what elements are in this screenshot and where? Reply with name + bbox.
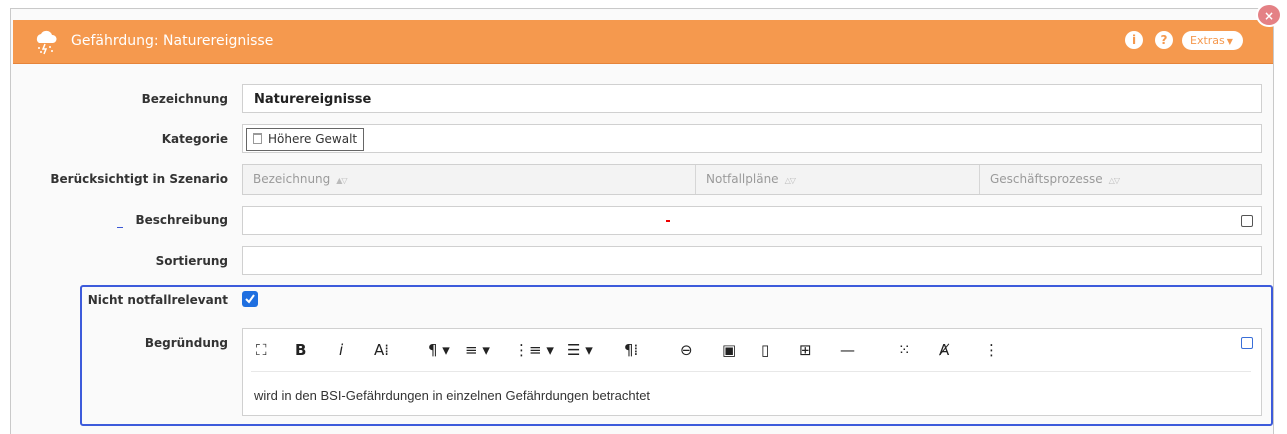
begruendung-text[interactable]: wird in den BSI-Gefährdungen in einzelne…	[254, 388, 650, 403]
dialog-title: Gefährdung: Naturereignisse	[71, 33, 274, 49]
szenario-table-header: Bezeichnung ▲▽ Notfallpläne △▽ Geschäftspr…	[242, 164, 1262, 195]
dialog-titlebar: Gefährdung: Naturereignisse i ? Extras ▼	[13, 20, 1273, 64]
sort-icon[interactable]: △▽	[1109, 176, 1120, 185]
ordered-list-button[interactable]: ⋮≡ ▾	[514, 341, 554, 359]
info-icon[interactable]: i	[1125, 31, 1143, 49]
szenario-label: Berücksichtigt in Szenario	[50, 172, 228, 186]
sortierung-field[interactable]	[242, 246, 1262, 275]
file-icon[interactable]: ▯	[761, 341, 769, 359]
align-button[interactable]: ≡ ▾	[465, 341, 490, 359]
bezeichnung-field[interactable]: Naturereignisse	[242, 84, 1262, 113]
toolbar-divider	[251, 371, 1251, 372]
italic-button[interactable]: i	[339, 341, 343, 359]
unordered-list-button[interactable]: ☰ ▾	[567, 341, 593, 359]
nicht-notfallrelevant-label: Nicht notfallrelevant	[87, 293, 228, 307]
storm-cloud-icon	[36, 30, 57, 55]
marker-dash	[117, 227, 123, 228]
more-options-icon[interactable]: ⋮	[984, 341, 999, 359]
kategorie-tag[interactable]: Höhere Gewalt	[246, 128, 365, 151]
horizontal-line-icon[interactable]: —	[840, 341, 855, 359]
caret-down-icon: ▼	[1226, 37, 1233, 46]
help-icon[interactable]: ?	[1155, 31, 1173, 49]
kategorie-tag-label: Höhere Gewalt	[268, 132, 358, 146]
bezeichnung-value: Naturereignisse	[254, 92, 372, 107]
font-size-button[interactable]: A⁞	[374, 341, 389, 359]
bold-button[interactable]: B	[295, 341, 306, 359]
editor-checkbox-icon[interactable]	[1241, 337, 1253, 349]
begruendung-editor[interactable]: ⛶ B i A⁞ ¶ ▾ ≡ ▾ ⋮≡ ▾ ☰ ▾ ¶⁞ ⊖ ▣ ▯ ⊞ — ⁙…	[242, 328, 1262, 416]
editor-toolbar: ⛶ B i A⁞ ¶ ▾ ≡ ▾ ⋮≡ ▾ ☰ ▾ ¶⁞ ⊖ ▣ ▯ ⊞ — ⁙…	[243, 329, 1261, 371]
kategorie-field[interactable]: Höhere Gewalt	[242, 124, 1262, 153]
sort-icon[interactable]: ▲▽	[336, 176, 347, 185]
column-notfallplaene[interactable]: Notfallpläne △▽	[696, 165, 979, 194]
edit-icon[interactable]	[1241, 215, 1253, 227]
bezeichnung-label: Bezeichnung	[141, 92, 228, 106]
close-icon[interactable]: ×	[1256, 3, 1282, 27]
extras-label: Extras	[1190, 34, 1225, 47]
image-icon[interactable]: ▣	[722, 341, 736, 359]
column-bezeichnung-label: Bezeichnung	[253, 172, 331, 186]
column-notfallplaene-label: Notfallpläne	[706, 172, 779, 186]
table-icon[interactable]: ⊞	[799, 341, 812, 359]
extras-dropdown-button[interactable]: Extras ▼	[1182, 31, 1243, 50]
kategorie-label: Kategorie	[161, 132, 228, 146]
fullscreen-icon[interactable]: ⛶	[256, 341, 267, 359]
column-geschaeftsprozesse[interactable]: Geschäftsprozesse △▽	[980, 165, 1260, 194]
cursor-marker	[666, 220, 670, 222]
sort-icon[interactable]: △▽	[785, 176, 796, 185]
check-icon	[245, 294, 255, 304]
trash-icon[interactable]	[253, 133, 262, 144]
sortierung-label: Sortierung	[155, 254, 228, 268]
paragraph-format-button[interactable]: ¶ ▾	[428, 341, 450, 359]
column-bezeichnung[interactable]: Bezeichnung ▲▽	[243, 165, 693, 194]
select-all-icon[interactable]: ⁙	[898, 341, 911, 359]
clear-format-icon[interactable]: Ⱥ	[939, 341, 949, 359]
beschreibung-label: Beschreibung	[135, 213, 228, 227]
beschreibung-field[interactable]	[242, 206, 1262, 235]
link-icon[interactable]: ⊖	[680, 341, 693, 359]
column-geschaeftsprozesse-label: Geschäftsprozesse	[990, 172, 1103, 186]
nicht-notfallrelevant-checkbox[interactable]	[242, 291, 258, 307]
paragraph-style-button[interactable]: ¶⁞	[624, 341, 638, 359]
begruendung-label: Begründung	[144, 336, 228, 350]
